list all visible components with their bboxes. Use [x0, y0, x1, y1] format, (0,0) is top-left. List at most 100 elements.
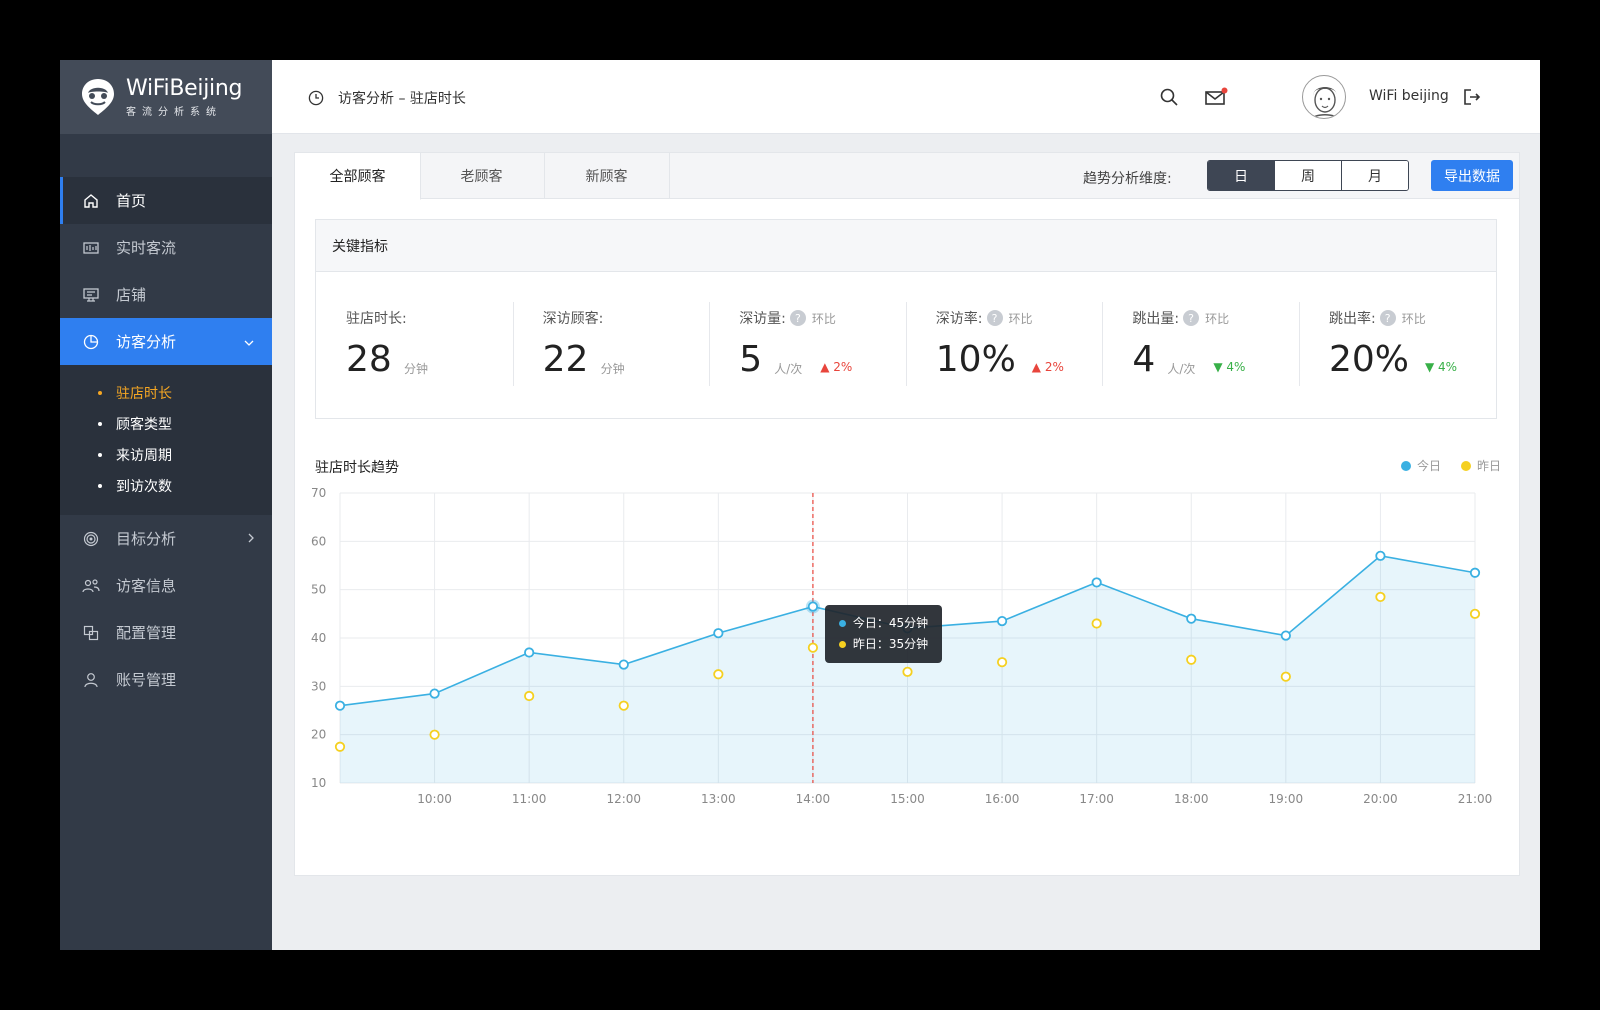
ring-compare-label: 环比	[1401, 311, 1426, 326]
avatar-face-icon	[1311, 87, 1339, 118]
kpi-label-text: 深访顾客:	[542, 311, 604, 327]
dimension-toggle: 日 周 月	[1207, 160, 1409, 191]
help-icon[interactable]: ?	[789, 310, 806, 326]
sidebar-item-config[interactable]: 配置管理	[60, 609, 272, 656]
chart-title: 驻店时长趋势	[315, 460, 399, 476]
y-tick-label: 70	[311, 486, 326, 500]
dimension-week-button[interactable]: 周	[1275, 161, 1342, 190]
help-icon[interactable]: ?	[1183, 310, 1200, 326]
today-point	[1280, 630, 1291, 641]
sidebar-item-label: 访客分析	[116, 333, 177, 351]
pie-chart-icon	[82, 333, 100, 351]
kpi-unit: 人/次	[1167, 362, 1196, 376]
avatar[interactable]	[1302, 75, 1346, 119]
username[interactable]: WiFi beijing	[1369, 88, 1449, 104]
legend-swatch	[1460, 460, 1471, 471]
kpi-unit: 分钟	[404, 362, 429, 376]
ring-compare-label: 环比	[811, 311, 836, 326]
ring-compare-label: 环比	[1205, 311, 1230, 326]
today-point	[996, 615, 1008, 627]
sidebar-item-label: 访客信息	[116, 577, 177, 595]
sidebar-item-visitor-info[interactable]: 访客信息	[60, 562, 272, 609]
subnav-item-label: 来访周期	[116, 447, 172, 464]
yesterday-point	[902, 666, 913, 677]
subnav-item-label: 到访次数	[116, 478, 172, 495]
y-tick-label: 50	[311, 583, 326, 597]
kpi-label-text: 跳出量:	[1132, 311, 1180, 327]
today-point	[1469, 567, 1481, 578]
subnav-item-customer-type[interactable]: 顾客类型	[60, 408, 272, 439]
legend-swatch	[1400, 460, 1411, 471]
sidebar-item-visitor-analysis[interactable]: 访客分析	[60, 318, 272, 365]
kpi-label: 深访量:? 环比	[739, 308, 836, 328]
clock-icon	[308, 90, 324, 106]
ring-compare-label: 环比	[1008, 311, 1033, 326]
sidebar-item-realtime[interactable]: 实时客流	[60, 224, 272, 271]
kpi-value: 4	[1132, 339, 1156, 380]
x-tick-label: 10:00	[417, 792, 452, 806]
x-tick-label: 12:00	[606, 792, 641, 806]
search-icon[interactable]	[1159, 87, 1179, 107]
kpi-title: 关键指标	[316, 220, 1496, 272]
sidebar-item-home[interactable]: 首页	[60, 177, 272, 224]
help-icon[interactable]: ?	[986, 310, 1003, 326]
kpi-label: 跳出率:? 环比	[1329, 308, 1426, 328]
sidebar-item-label: 目标分析	[116, 530, 177, 548]
tooltip-today-dot	[838, 619, 846, 627]
tab-returning-customers[interactable]: 老顾客	[419, 153, 545, 199]
app-screen: WiFiBeijing 客流分析系统 首页 实时客流 店铺 访客分析 驻店时长 …	[60, 60, 1540, 950]
yesterday-point	[618, 700, 629, 711]
store-icon	[82, 286, 100, 304]
yesterday-point	[1091, 618, 1102, 629]
y-tick-label: 40	[311, 631, 326, 645]
tab-all-customers[interactable]: 全部顾客	[295, 153, 421, 200]
mail-icon[interactable]	[1204, 87, 1228, 107]
x-tick-label: 19:00	[1269, 792, 1304, 806]
tab-new-customers[interactable]: 新顾客	[544, 153, 670, 199]
legend-item-today[interactable]: 今日	[1400, 457, 1441, 474]
kpi-label-text: 跳出率:	[1328, 311, 1376, 327]
kpi-row: 驻店时长: 28 分钟 深访顾客: 22 分钟 深访量:? 环比 5 人/次 ▲ 2% 深访率:? 环比…	[316, 272, 1496, 418]
x-tick-label: 18:00	[1174, 792, 1209, 806]
y-tick-label: 60	[311, 534, 326, 548]
kpi-value: 20%	[1328, 339, 1409, 380]
subnav-item-label: 驻店时长	[116, 385, 172, 402]
kpi-label-text: 深访量:	[739, 311, 786, 327]
subnav-item-visit-cycle[interactable]: 来访周期	[60, 439, 272, 470]
subnav-item-visit-count[interactable]: 到访次数	[60, 470, 272, 501]
subnav-item-dwell-time[interactable]: 驻店时长	[60, 377, 272, 408]
dimension-label: 趋势分析维度:	[1083, 171, 1172, 187]
kpi-unit: 人/次	[774, 362, 803, 376]
logout-icon[interactable]	[1462, 87, 1482, 107]
dimension-day-button[interactable]: 日	[1208, 161, 1275, 190]
x-tick-label: 13:00	[701, 792, 736, 806]
kpi-card: 深访量:? 环比 5 人/次 ▲ 2%	[709, 272, 906, 418]
dimension-month-button[interactable]: 月	[1342, 161, 1408, 190]
sidebar-item-label: 账号管理	[116, 671, 177, 689]
sidebar-item-target-analysis[interactable]: 目标分析	[60, 515, 272, 562]
tooltip-yesterday-dot	[838, 640, 846, 648]
today-point	[1186, 613, 1197, 624]
sidebar-item-store[interactable]: 店铺	[60, 271, 272, 318]
tooltip-today: 今日：45分钟	[852, 615, 929, 630]
yesterday-point	[1186, 654, 1197, 665]
config-icon	[82, 624, 100, 642]
kpi-change: ▲ 2%	[820, 360, 853, 374]
kpi-card: 驻店时长: 28 分钟	[316, 272, 513, 418]
chevron-right-icon	[248, 532, 254, 546]
today-point	[713, 628, 724, 639]
legend-label: 今日	[1416, 459, 1441, 473]
help-icon[interactable]: ?	[1379, 310, 1396, 326]
subnav-item-label: 顾客类型	[116, 416, 172, 433]
kpi-value: 5	[739, 339, 763, 380]
brand[interactable]: WiFiBeijing 客流分析系统	[60, 60, 272, 134]
bullet-dot	[98, 483, 102, 488]
sidebar-item-account[interactable]: 账号管理	[60, 656, 272, 703]
sidebar-item-label: 店铺	[116, 286, 147, 304]
kpi-label: 驻店时长:	[346, 308, 407, 328]
x-tick-label: 15:00	[890, 792, 925, 806]
kpi-unit: 分钟	[600, 362, 625, 376]
export-button[interactable]: 导出数据	[1431, 160, 1513, 191]
legend-item-yesterday[interactable]: 昨日	[1460, 457, 1501, 474]
yesterday-point	[1375, 591, 1386, 603]
